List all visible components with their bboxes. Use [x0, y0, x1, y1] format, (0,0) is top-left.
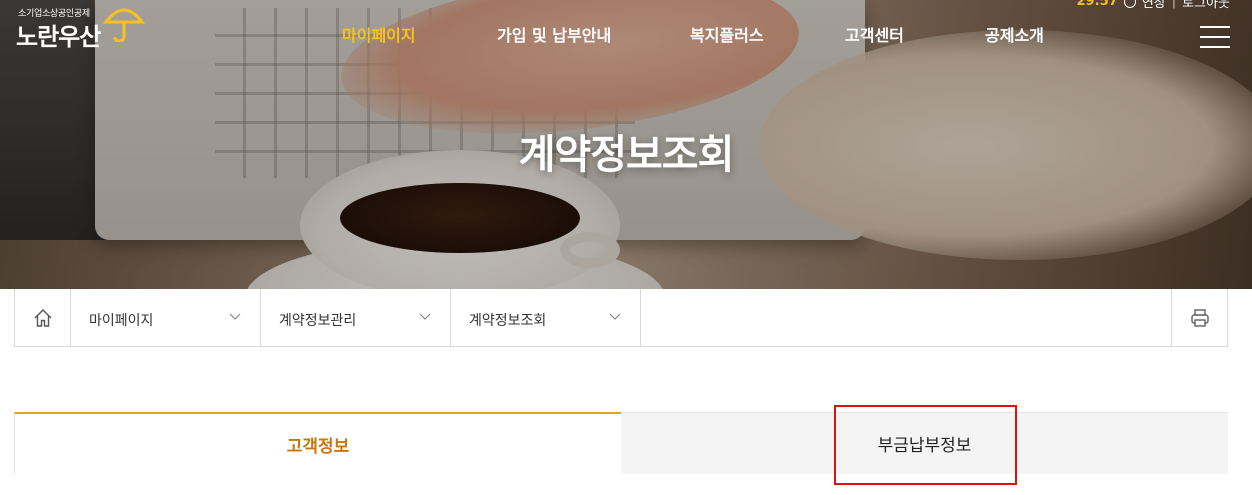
breadcrumb-label: 계약정보조회 — [469, 313, 547, 329]
chevron-down-icon — [419, 313, 431, 320]
tab-label: 부금납부정보 — [877, 436, 972, 456]
chevron-down-icon — [609, 313, 621, 320]
logout-link[interactable]: 로그아웃 — [1182, 0, 1230, 11]
home-button[interactable] — [14, 289, 71, 347]
main-navigation: 마이페이지 가입 및 납부안내 복지플러스 고객센터 공제소개 — [0, 22, 1252, 46]
printer-icon — [1190, 309, 1209, 327]
tab-customer-info[interactable]: 고객정보 — [14, 412, 621, 474]
breadcrumb-label: 마이페이지 — [89, 313, 154, 329]
nav-about[interactable]: 공제소개 — [985, 22, 1044, 46]
breadcrumb-dropdown-mypage[interactable]: 마이페이지 — [71, 289, 261, 347]
hamburger-menu-icon[interactable] — [1200, 24, 1230, 50]
nav-welfare-plus[interactable]: 복지플러스 — [690, 22, 764, 46]
chevron-down-icon — [229, 313, 241, 320]
extend-session-link[interactable]: 연장 — [1142, 0, 1166, 11]
divider: | — [1171, 0, 1177, 9]
content-tabs: 고객정보 부금납부정보 — [14, 412, 1228, 474]
home-icon — [34, 309, 51, 327]
page-title: 계약정보조회 — [518, 132, 735, 178]
hero-banner: 소기업소상공인공제 노란우산 29:57 연장 | 로그아웃 마이페이지 가입 … — [0, 0, 1252, 289]
tab-label: 고객정보 — [286, 436, 350, 457]
tab-payment-info[interactable]: 부금납부정보 — [621, 412, 1228, 474]
nav-join-payment[interactable]: 가입 및 납부안내 — [497, 22, 611, 46]
breadcrumb-dropdown-contract-mgmt[interactable]: 계약정보관리 — [261, 289, 451, 347]
nav-customer-center[interactable]: 고객센터 — [845, 22, 904, 46]
breadcrumb-label: 계약정보관리 — [279, 313, 357, 329]
clock-icon — [1123, 0, 1136, 8]
session-timer: 29:57 — [1076, 0, 1118, 9]
print-button[interactable] — [1171, 289, 1228, 347]
breadcrumb-dropdown-contract-view[interactable]: 계약정보조회 — [451, 289, 641, 347]
breadcrumb: 마이페이지 계약정보관리 계약정보조회 — [14, 289, 1228, 347]
session-bar: 29:57 연장 | 로그아웃 — [1076, 0, 1230, 11]
nav-mypage[interactable]: 마이페이지 — [342, 22, 416, 46]
